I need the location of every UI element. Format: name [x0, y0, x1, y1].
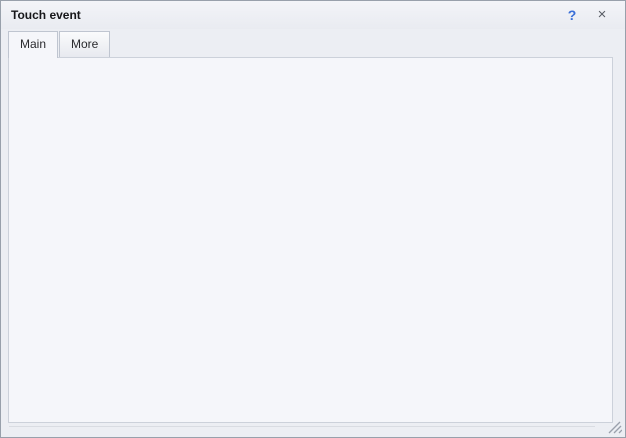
tab-strip: Main More [8, 31, 111, 58]
title-bar: Touch event ? × [1, 1, 625, 29]
main-tab-page [8, 57, 613, 423]
tab-more[interactable]: More [59, 31, 110, 57]
status-divider [9, 426, 595, 427]
tab-main[interactable]: Main [8, 31, 58, 58]
help-icon[interactable]: ? [563, 6, 581, 24]
touch-event-dialog: Touch event ? × Main More Select an even… [0, 0, 626, 438]
close-icon[interactable]: × [593, 6, 611, 24]
dialog-title: Touch event [11, 8, 81, 22]
